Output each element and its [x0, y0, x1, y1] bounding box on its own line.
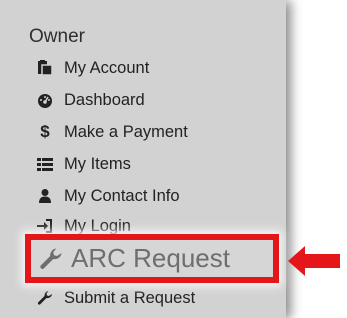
menu-item-dashboard[interactable]: Dashboard — [37, 89, 145, 111]
menu-item-submit-a-request[interactable]: Submit a Request — [37, 287, 195, 309]
menu-item-label: My Items — [64, 154, 131, 173]
clipboard-icon — [37, 60, 53, 76]
wrench-icon — [39, 247, 63, 271]
wrench-icon — [37, 290, 53, 306]
menu-item-label: ARC Request — [71, 243, 230, 273]
menu-item-label: My Contact Info — [64, 186, 180, 205]
dashboard-icon — [37, 92, 53, 108]
menu-item-label: Dashboard — [64, 90, 145, 109]
sign-in-icon — [37, 218, 53, 234]
menu-item-label: My Login — [64, 216, 131, 235]
user-icon — [37, 188, 53, 204]
menu-item-label: Submit a Request — [64, 288, 196, 307]
pointer-arrow-icon — [288, 246, 340, 276]
section-title: Owner — [29, 26, 85, 47]
menu-item-arc-request[interactable]: ARC Request — [25, 234, 279, 283]
menu-item-my-account[interactable]: My Account — [37, 57, 149, 79]
menu-item-my-contact-info[interactable]: My Contact Info — [37, 185, 180, 207]
dollar-icon: $ — [40, 122, 50, 141]
menu-item-my-items[interactable]: My Items — [37, 153, 131, 175]
menu-item-label: My Account — [64, 58, 150, 77]
menu-item-make-a-payment[interactable]: $ Make a Payment — [37, 121, 188, 143]
list-icon — [37, 156, 53, 172]
menu-item-label: Make a Payment — [64, 122, 188, 141]
